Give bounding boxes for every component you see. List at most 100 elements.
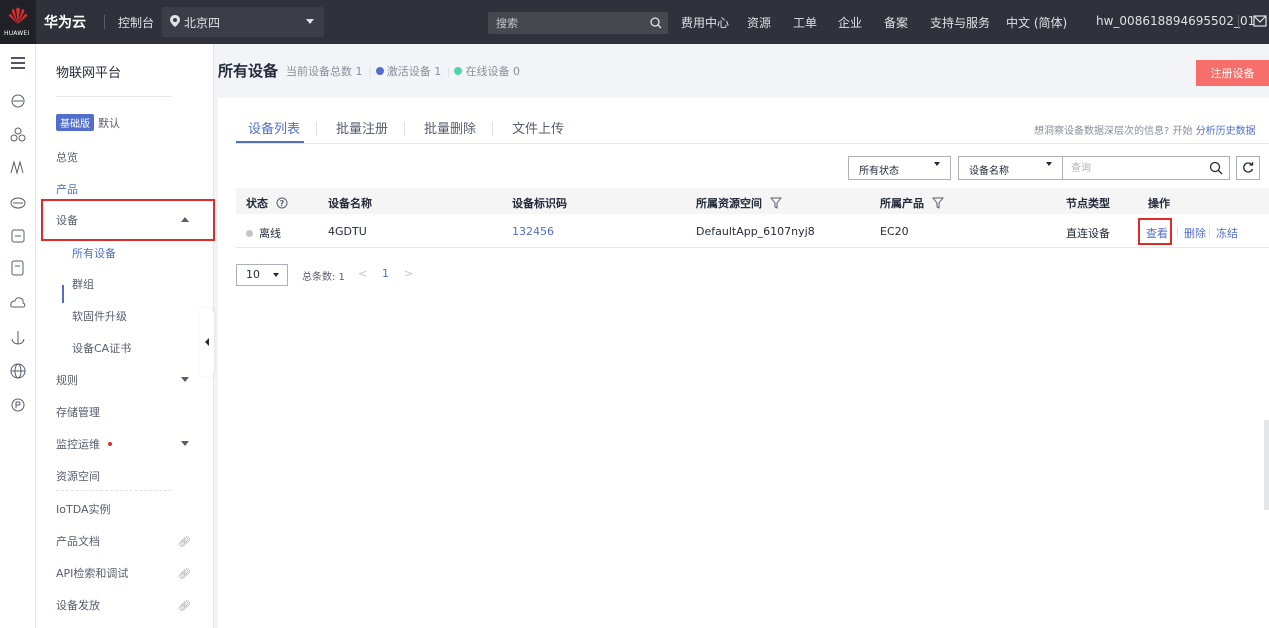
insight-banner: 想洞察设备数据深层次的信息? 开始 分析历史数据 — [1034, 122, 1256, 137]
chevron-down-icon[interactable] — [181, 441, 189, 446]
column-identifier: 设备标识码 — [512, 197, 567, 210]
search-icon[interactable] — [650, 17, 662, 29]
nav-tickets[interactable]: 工单 — [793, 14, 817, 31]
menu-icon[interactable] — [9, 54, 27, 72]
field-filter-select[interactable]: 设备名称 — [958, 156, 1063, 180]
delete-button[interactable]: 删除 — [1184, 225, 1206, 241]
column-actions: 操作 — [1148, 197, 1170, 210]
service-icon-rail — [0, 44, 36, 628]
view-label: 查看 — [1146, 227, 1168, 240]
divider — [1209, 227, 1210, 237]
nav-enterprise[interactable]: 企业 — [838, 14, 862, 31]
sidebar-item-overview[interactable]: 总览 — [56, 149, 78, 165]
sidebar-item-groups[interactable]: 群组 — [72, 276, 94, 292]
sidebar-item-iotda-instance[interactable]: IoTDA实例 — [56, 501, 111, 517]
status-filter-value: 所有状态 — [859, 166, 899, 177]
sidebar-item-monitor[interactable]: 监控运维 — [56, 436, 112, 452]
search-input[interactable] — [496, 15, 636, 31]
register-device-button[interactable]: 注册设备 — [1196, 60, 1269, 86]
page-title: 所有设备 — [218, 62, 279, 80]
sidebar-item-api-explorer[interactable]: API检索和调试 — [56, 565, 128, 581]
chevron-down-icon — [934, 162, 940, 166]
help-icon[interactable]: ? — [276, 197, 288, 209]
cloud-server-icon[interactable] — [9, 92, 27, 110]
view-button[interactable]: 查看 — [1138, 218, 1172, 245]
column-device-name: 设备名称 — [328, 197, 372, 210]
active-indicator — [62, 285, 64, 303]
nav-resources[interactable]: 资源 — [747, 14, 771, 31]
analytics-icon[interactable] — [9, 158, 27, 176]
sidebar-title: 物联网平台 — [56, 66, 122, 81]
network-icon[interactable] — [9, 126, 27, 144]
database-icon[interactable] — [9, 194, 27, 212]
column-resource-space: 所属资源空间 — [696, 195, 782, 211]
nav-support[interactable]: 支持与服务 — [930, 14, 990, 31]
next-page-button[interactable]: > — [404, 267, 413, 280]
refresh-button[interactable] — [1236, 156, 1260, 180]
external-link-icon: 🔗︎ — [178, 537, 191, 548]
page-size-select[interactable]: 10 — [236, 264, 288, 286]
nav-language[interactable]: 中文 (简体) — [1006, 14, 1067, 31]
status-filter-select[interactable]: 所有状态 — [848, 156, 951, 180]
scrollbar-edge[interactable] — [1264, 420, 1269, 510]
divider — [56, 96, 172, 97]
mail-icon[interactable] — [1253, 15, 1267, 27]
tab-device-list[interactable]: 设备列表 — [248, 118, 300, 137]
query-input[interactable] — [1071, 161, 1201, 175]
globe-icon[interactable] — [9, 362, 27, 380]
device-identifier-link[interactable]: 132456 — [512, 225, 554, 238]
brand-name[interactable]: 华为云 — [44, 12, 86, 32]
cloud-icon[interactable] — [9, 294, 27, 312]
nav-account[interactable]: hw_008618894695502_01 — [1096, 14, 1255, 28]
sidebar-item-product[interactable]: 产品 — [56, 181, 78, 197]
analyze-history-link[interactable]: 分析历史数据 — [1196, 126, 1256, 137]
instance-selector[interactable]: 基础版 默认 — [56, 114, 120, 131]
sidebar-item-provisioning[interactable]: 设备发放 — [56, 597, 100, 613]
nav-billing[interactable]: 费用中心 — [681, 14, 729, 31]
huawei-flower-icon — [8, 7, 28, 24]
device-list-card: 设备列表 批量注册 批量删除 文件上传 想洞察设备数据深层次的信息? 开始 分析… — [218, 98, 1269, 628]
prev-page-button[interactable]: < — [358, 267, 367, 280]
sidebar-item-product-docs[interactable]: 产品文档 — [56, 533, 100, 549]
instance-name: 默认 — [98, 117, 120, 130]
notification-dot — [108, 442, 112, 446]
sidebar-item-all-devices[interactable]: 所有设备 — [72, 245, 116, 261]
sidebar-item-storage[interactable]: 存储管理 — [56, 404, 100, 420]
sidebar-item-firmware[interactable]: 软固件升级 — [72, 308, 127, 324]
storage-icon[interactable] — [9, 227, 27, 245]
tab-batch-register[interactable]: 批量注册 — [336, 118, 388, 137]
separator: | — [368, 65, 372, 78]
console-link[interactable]: 控制台 — [118, 14, 154, 31]
separator: | — [446, 65, 451, 78]
billing-icon[interactable] — [9, 396, 27, 414]
edition-badge: 基础版 — [56, 114, 94, 131]
global-search[interactable] — [488, 12, 668, 34]
nav-icp[interactable]: 备案 — [884, 14, 908, 31]
tab-batch-delete[interactable]: 批量删除 — [424, 118, 476, 137]
search-icon[interactable] — [1209, 161, 1223, 175]
total-count: 总条数: 1 — [302, 272, 345, 283]
filter-icon[interactable] — [769, 197, 782, 209]
total-devices: 当前设备总数 1 — [286, 65, 363, 78]
filter-icon[interactable] — [931, 197, 944, 209]
current-page[interactable]: 1 — [382, 267, 389, 280]
highlight-box — [41, 199, 215, 241]
divider — [1177, 227, 1178, 237]
anchor-icon[interactable] — [9, 329, 27, 347]
region-selector[interactable]: 北京四 — [162, 7, 324, 37]
sidebar: 物联网平台 基础版 默认 总览 产品 设备 所有设备 群组 软固件升级 设备CA证… — [36, 44, 214, 628]
freeze-button[interactable]: 冻结 — [1216, 225, 1238, 241]
sidebar-collapse-button[interactable] — [200, 308, 214, 376]
document-icon[interactable] — [9, 259, 27, 277]
divider — [404, 122, 405, 136]
online-devices: 在线设备 0 — [465, 65, 520, 78]
device-node-type: 直连设备 — [1066, 227, 1110, 240]
chevron-down-icon[interactable] — [181, 377, 189, 382]
sidebar-item-ca-cert[interactable]: 设备CA证书 — [72, 340, 131, 356]
sidebar-item-rules[interactable]: 规则 — [56, 372, 78, 388]
sidebar-item-resource-space[interactable]: 资源空间 — [56, 468, 100, 484]
region-label: 北京四 — [184, 16, 221, 30]
query-box[interactable] — [1062, 156, 1230, 180]
tab-file-upload[interactable]: 文件上传 — [512, 118, 564, 137]
huawei-logo[interactable]: HUAWEI — [0, 0, 36, 44]
